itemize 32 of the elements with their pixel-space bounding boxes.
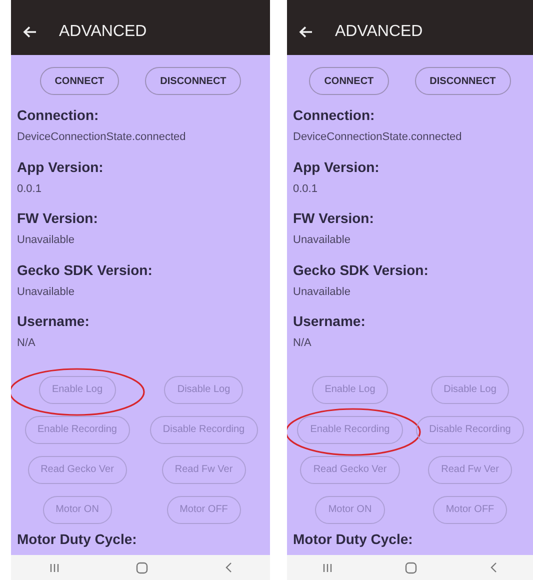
field-value: N/A [293,336,312,351]
action-button[interactable]: CONNECT [40,67,120,95]
field-value: Unavailable [17,233,76,248]
action-button[interactable]: DISCONNECT [145,67,242,95]
field-label: Gecko SDK Version: [17,260,154,280]
field-value: N/A [17,336,36,351]
field-label: Connection: [17,106,100,125]
field-label: FW Version: [293,209,375,228]
field-label: Username: [17,312,90,331]
screen-title: ADVANCED [59,22,147,42]
recent-apps-icon[interactable] [50,562,58,572]
home-icon[interactable] [136,562,148,574]
screen-title: ADVANCED [335,22,423,42]
field-label: Gecko SDK Version: [293,260,430,280]
section-label: Motor Duty Cycle: [293,530,414,549]
field-value: Unavailable [293,284,352,300]
field-value: 0.0.1 [17,182,42,196]
field-value: 0.0.1 [293,182,318,196]
field-value: DeviceConnectionState.connected [293,130,463,145]
field-label: Username: [293,312,366,331]
action-button[interactable]: CONNECT [309,67,389,95]
home-icon[interactable] [404,562,417,574]
field-label: FW Version: [17,209,99,228]
field-label: App Version: [17,158,104,177]
action-button[interactable]: DISCONNECT [414,67,511,95]
field-value: Unavailable [17,284,76,300]
field-label: Connection: [293,106,376,125]
field-label: App Version: [293,158,380,177]
field-value: DeviceConnectionState.connected [17,130,187,145]
recent-apps-icon[interactable] [323,562,332,572]
section-label: Motor Duty Cycle: [17,530,138,549]
field-value: Unavailable [293,233,352,248]
